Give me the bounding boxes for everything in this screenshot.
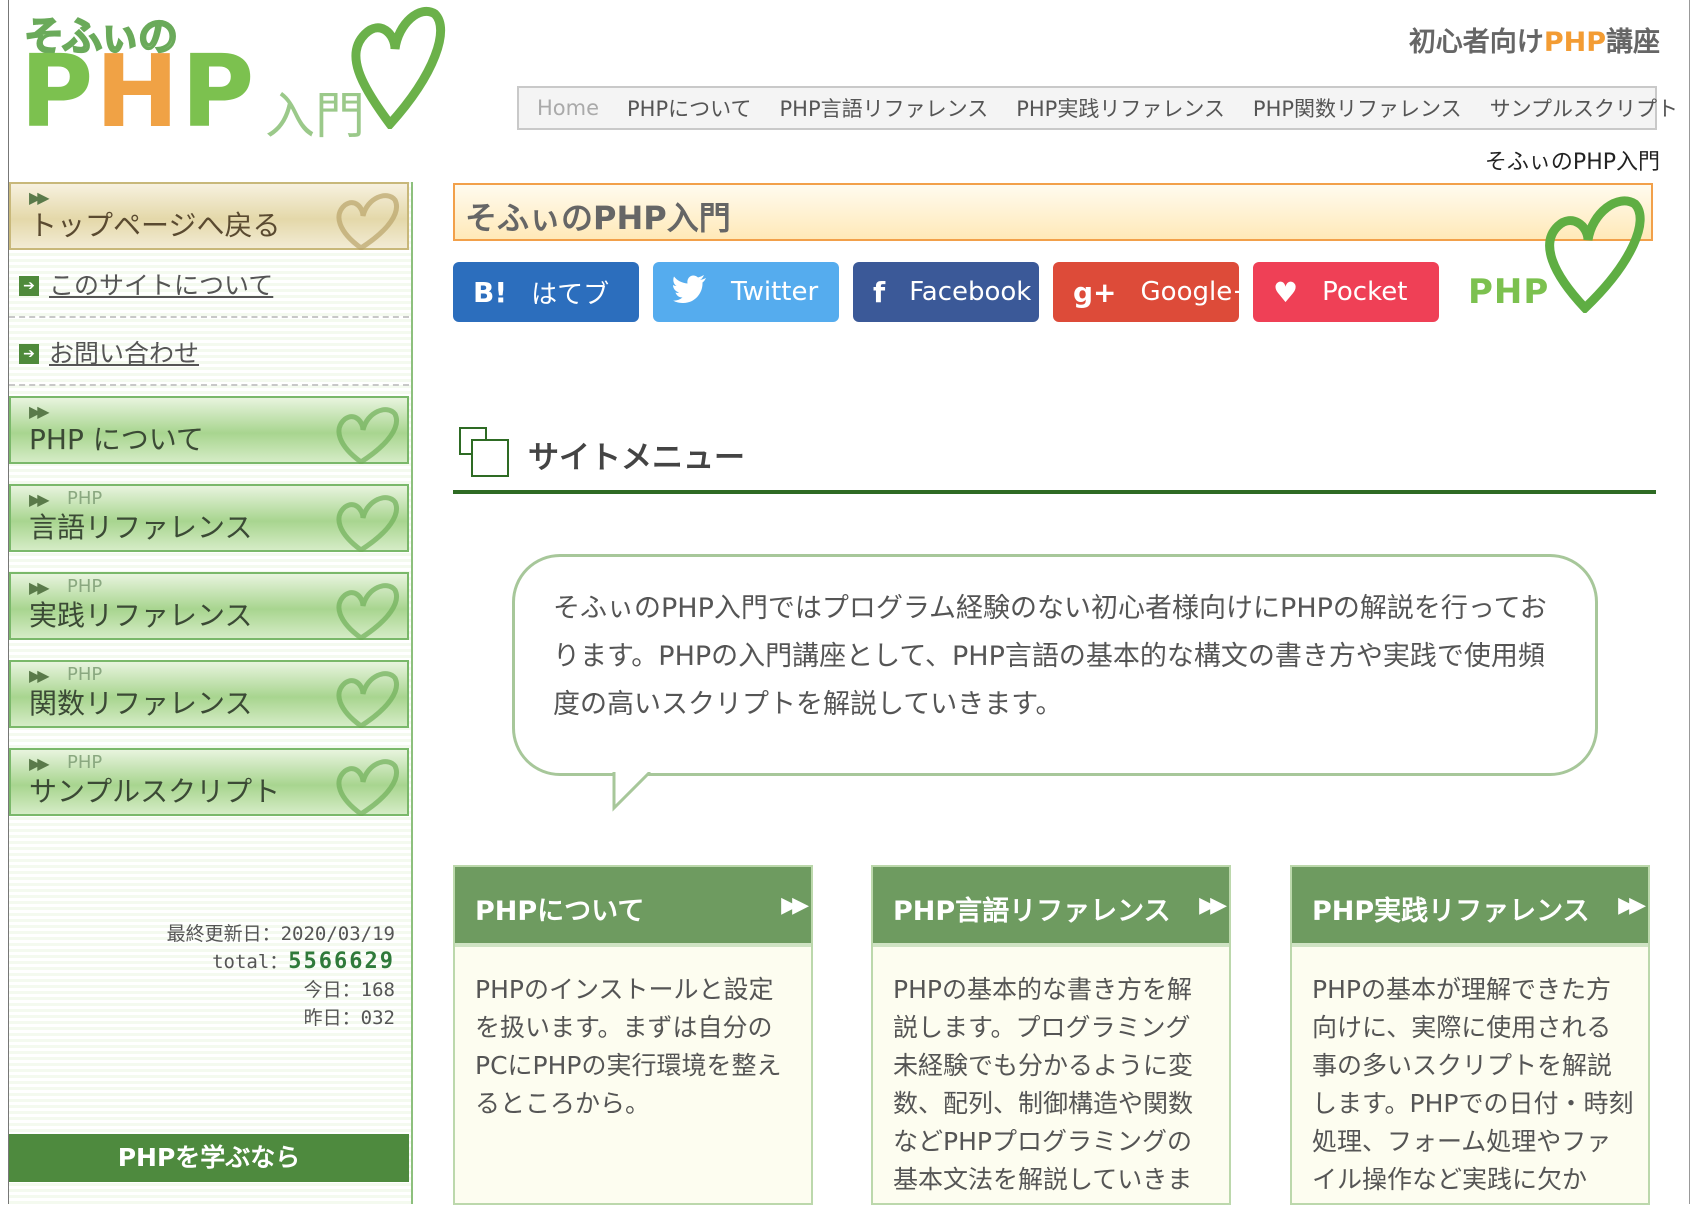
double-arrow-icon: ▶▶: [1199, 893, 1227, 918]
double-arrow-icon: ▶▶: [781, 893, 809, 918]
pocket-icon: ♥: [1273, 275, 1299, 309]
last-updated: 最終更新日：2020/03/19: [166, 923, 395, 945]
share-label: Facebook: [909, 277, 1032, 307]
sidebar-item-practice-reference[interactable]: ▶▶ PHP 実践リファレンス: [9, 572, 409, 640]
today-count: 今日：168: [303, 979, 395, 1001]
top-navigation: Home PHPについて PHP言語リファレンス PHP実践リファレンス PHP…: [517, 86, 1678, 130]
share-twitter-button[interactable]: Twitter: [653, 262, 839, 322]
card-body: PHPの基本が理解できた方向けに、実際に使用される事の多いスクリプトを解説します…: [1312, 975, 1634, 1194]
heart-icon: [336, 495, 399, 552]
sidebar-item-label: サンプルスクリプト: [29, 775, 281, 808]
intro-text: そふぃのPHP入門ではプログラム経験のない初心者様向けにPHPの解説を行っており…: [553, 593, 1547, 720]
share-hatena-button[interactable]: B! はてブ: [453, 262, 639, 322]
breadcrumb[interactable]: そふぃのPHP入門: [1485, 144, 1660, 176]
hatena-icon: B!: [473, 275, 508, 309]
double-arrow-icon: ▶▶: [1618, 893, 1646, 918]
page-border-right: [1689, 0, 1690, 1204]
bubble-tail: [612, 772, 652, 812]
section-title: サイトメニュー: [528, 440, 745, 476]
sidebar-item-label: PHP について: [29, 423, 204, 456]
arrow-box-icon: ➔: [19, 344, 39, 364]
card-header: PHPについて ▶▶: [455, 867, 811, 947]
share-google-plus-button[interactable]: g+ Google+: [1053, 262, 1254, 322]
intro-bubble: そふぃのPHP入門ではプログラム経験のない初心者様向けにPHPの解説を行っており…: [512, 554, 1598, 776]
sidebar-top-button[interactable]: ▶▶ トップページへ戻る: [9, 182, 409, 250]
heart-icon: [336, 193, 399, 250]
share-label: はてブ: [531, 279, 610, 310]
heart-logo-icon: [351, 7, 446, 129]
heart-icon: [336, 671, 399, 728]
card-body: PHPの基本的な書き方を解説します。プログラミング未経験でも分かるように変数、配…: [893, 975, 1194, 1194]
sidebar-item-sample-scripts[interactable]: ▶▶ PHP サンプルスクリプト: [9, 748, 409, 816]
sidebar-item-about-php[interactable]: ▶▶ PHP について: [9, 396, 409, 464]
sidebar-link-about-site[interactable]: ➔ このサイトについて: [9, 250, 409, 318]
site-logo[interactable]: そふぃの PHP 入門: [20, 4, 450, 150]
arrow-box-icon: ➔: [19, 276, 39, 296]
card-language-reference[interactable]: PHP言語リファレンス ▶▶ PHPの基本的な書き方を解説します。プログラミング…: [871, 865, 1231, 1205]
heart-icon: [336, 407, 399, 464]
share-label: Google+: [1140, 277, 1254, 307]
yesterday-count: 昨日：032: [303, 1007, 395, 1029]
sidebar-item-label: 関数リファレンス: [29, 687, 253, 720]
sidebar-link-label: このサイトについて: [49, 271, 274, 300]
logo-big-text: PHP: [20, 33, 257, 150]
sidebar-item-function-reference[interactable]: ▶▶ PHP 関数リファレンス: [9, 660, 409, 728]
share-label: Twitter: [731, 277, 819, 307]
sidebar-top-label: トップページへ戻る: [29, 209, 281, 242]
php-mark: PHP: [1468, 272, 1550, 312]
share-facebook-button[interactable]: f Facebook: [853, 262, 1039, 322]
nav-about-php[interactable]: PHPについて: [627, 93, 752, 123]
heart-icon: [336, 583, 399, 640]
nav-language-reference[interactable]: PHP言語リファレンス: [780, 93, 989, 123]
square-stack-icon: [459, 427, 509, 477]
sidebar-link-label: お問い合わせ: [49, 339, 200, 368]
sidebar: ▶▶ トップページへ戻る ➔ このサイトについて ➔ お問い合わせ ▶▶ PHP…: [9, 182, 413, 1204]
site-menu-heading: サイトメニュー: [453, 418, 1656, 494]
sidebar-link-contact[interactable]: ➔ お問い合わせ: [9, 318, 409, 386]
card-title: PHPについて: [475, 896, 645, 927]
twitter-bird-icon: [673, 274, 707, 310]
heart-decoration-icon: [1545, 196, 1645, 313]
sidebar-item-label: 実践リファレンス: [29, 599, 253, 632]
share-pocket-button[interactable]: ♥ Pocket: [1253, 262, 1439, 322]
main-title-bar: そふぃのPHP入門: [453, 183, 1653, 241]
learn-php-heading: PHPを学ぶなら: [9, 1134, 409, 1182]
card-body: PHPのインストールと設定を扱います。まずは自分のPCにPHPの実行環境を整える…: [475, 975, 782, 1118]
card-title: PHP言語リファレンス: [893, 896, 1171, 927]
sidebar-item-label: 言語リファレンス: [29, 511, 253, 544]
nav-practice-reference[interactable]: PHP実践リファレンス: [1016, 93, 1225, 123]
nav-home[interactable]: Home: [537, 96, 599, 120]
card-about-php[interactable]: PHPについて ▶▶ PHPのインストールと設定を扱います。まずは自分のPCにP…: [453, 865, 813, 1205]
card-header: PHP実践リファレンス ▶▶: [1292, 867, 1648, 947]
card-practice-reference[interactable]: PHP実践リファレンス ▶▶ PHPの基本が理解できた方向けに、実際に使用される…: [1290, 865, 1650, 1205]
site-tagline: 初心者向けPHP講座: [1408, 27, 1660, 58]
card-title: PHP実践リファレンス: [1312, 896, 1590, 927]
facebook-icon: f: [873, 275, 886, 309]
heart-icon: [336, 759, 399, 816]
access-counter: 最終更新日：2020/03/19 total：5566629 今日：168 昨日…: [109, 920, 395, 1032]
share-label: Pocket: [1322, 277, 1408, 307]
google-plus-icon: g+: [1073, 275, 1117, 309]
total-count: total：5566629: [212, 949, 395, 974]
nav-function-reference[interactable]: PHP関数リファレンス: [1253, 93, 1462, 123]
nav-sample-scripts[interactable]: サンプルスクリプト: [1490, 93, 1678, 123]
sidebar-item-language-reference[interactable]: ▶▶ PHP 言語リファレンス: [9, 484, 409, 552]
card-header: PHP言語リファレンス ▶▶: [873, 867, 1229, 947]
page-title: そふぃのPHP入門: [465, 199, 731, 237]
